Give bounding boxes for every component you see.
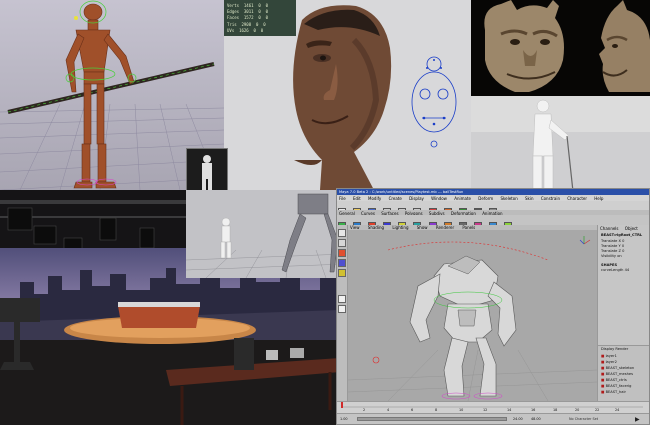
playback-end-field[interactable]: 48.00	[531, 417, 541, 421]
scale-tool-icon[interactable]	[338, 269, 346, 277]
tab-object[interactable]: Object	[625, 226, 638, 231]
channel-attr[interactable]: curveLength 44	[601, 268, 629, 272]
tick-label: 2	[363, 408, 366, 412]
tick-label: 18	[553, 408, 558, 412]
tick-label: 6	[411, 408, 414, 412]
walker-scene	[186, 190, 346, 278]
layer-row[interactable]: ■ BEAST_ctrls	[601, 378, 627, 382]
move-tool-icon[interactable]	[338, 249, 346, 257]
layer-row[interactable]: ■ layer1	[601, 354, 617, 358]
tool-box	[337, 225, 348, 401]
rotate-tool-icon[interactable]	[338, 259, 346, 267]
layer-option-display[interactable]: Display	[601, 347, 614, 351]
layer-row[interactable]: ■ BEAST_hair	[601, 390, 626, 394]
face-viewport: Verts 1461 0 0 Edges 3011 0 0 Faces 1572…	[224, 0, 471, 190]
layout-four-icon[interactable]	[338, 305, 346, 313]
beast-scene	[348, 230, 597, 401]
stat-row: UVs 1626 0 0	[227, 27, 264, 33]
layer-row[interactable]: ■ BEAST_facerig	[601, 384, 631, 388]
tick-label: 4	[387, 408, 390, 412]
range-end-field[interactable]: 24.00	[513, 417, 523, 421]
news-desk	[118, 306, 200, 328]
tick-label: 16	[531, 408, 536, 412]
tick-label: 22	[595, 408, 600, 412]
range-start-field[interactable]: 1.00	[340, 417, 348, 421]
layer-row[interactable]: ■ BEAST_meshes	[601, 372, 633, 376]
play-forward-icon[interactable]: ▶	[635, 416, 640, 423]
tick-label: 24	[615, 408, 620, 412]
tick-label: 20	[575, 408, 580, 412]
shelf	[337, 215, 649, 230]
channel-attr[interactable]: Translate Y 0	[601, 244, 624, 248]
creature-head-front	[484, 0, 564, 92]
poly-count-stats: Verts 1461 0 0 Edges 3011 0 0 Faces 1572…	[227, 3, 268, 34]
layer-editor: Display Render ■ layer1 ■ layer2 ■ BEAST…	[597, 345, 649, 402]
tick-label: 12	[483, 408, 488, 412]
layer-row[interactable]: ■ BEAST_skeleton	[601, 366, 634, 370]
time-slider-ticks	[341, 402, 643, 408]
shapes-section-label: SHAPES	[601, 263, 618, 267]
layout-single-icon[interactable]	[338, 295, 346, 303]
layer-option-render[interactable]: Render	[615, 347, 628, 351]
creature-scene	[471, 0, 650, 96]
range-slider[interactable]: 1.00 24.00 48.00 No Character Set ▶	[337, 413, 649, 424]
channel-attr[interactable]: Visibility on	[601, 254, 622, 258]
lasso-tool-icon[interactable]	[338, 239, 346, 247]
walker-viewport	[186, 190, 346, 278]
select-tool-icon[interactable]	[338, 229, 346, 237]
channel-box: Channels Object BEAST:rigRoot_CTRL Trans…	[597, 225, 649, 345]
tick-label: 10	[459, 408, 464, 412]
maya-window: Maya 7.0 Beta 2 : C:/work/untitled/scene…	[336, 188, 650, 425]
selected-node-name: BEAST:rigRoot_CTRL	[601, 233, 643, 237]
channel-attr[interactable]: Translate Z 0	[601, 249, 624, 253]
tab-channels[interactable]: Channels	[600, 226, 619, 231]
character-set-status[interactable]: No Character Set	[569, 417, 598, 421]
layer-editor-options: Display Render	[601, 347, 628, 351]
current-time-marker	[341, 402, 343, 408]
status-line	[337, 201, 649, 216]
channel-attr[interactable]: Translate X 0	[601, 239, 624, 243]
creature-render	[471, 0, 650, 96]
tick-label: 14	[507, 408, 512, 412]
layer-row[interactable]: ■ layer2	[601, 360, 617, 364]
tick-label: 8	[435, 408, 438, 412]
channel-box-tabs: Channels Object	[600, 226, 643, 231]
perspective-viewport[interactable]: View Shading Lighting Show Renderer Pane…	[348, 225, 597, 401]
range-bar[interactable]	[357, 417, 507, 421]
